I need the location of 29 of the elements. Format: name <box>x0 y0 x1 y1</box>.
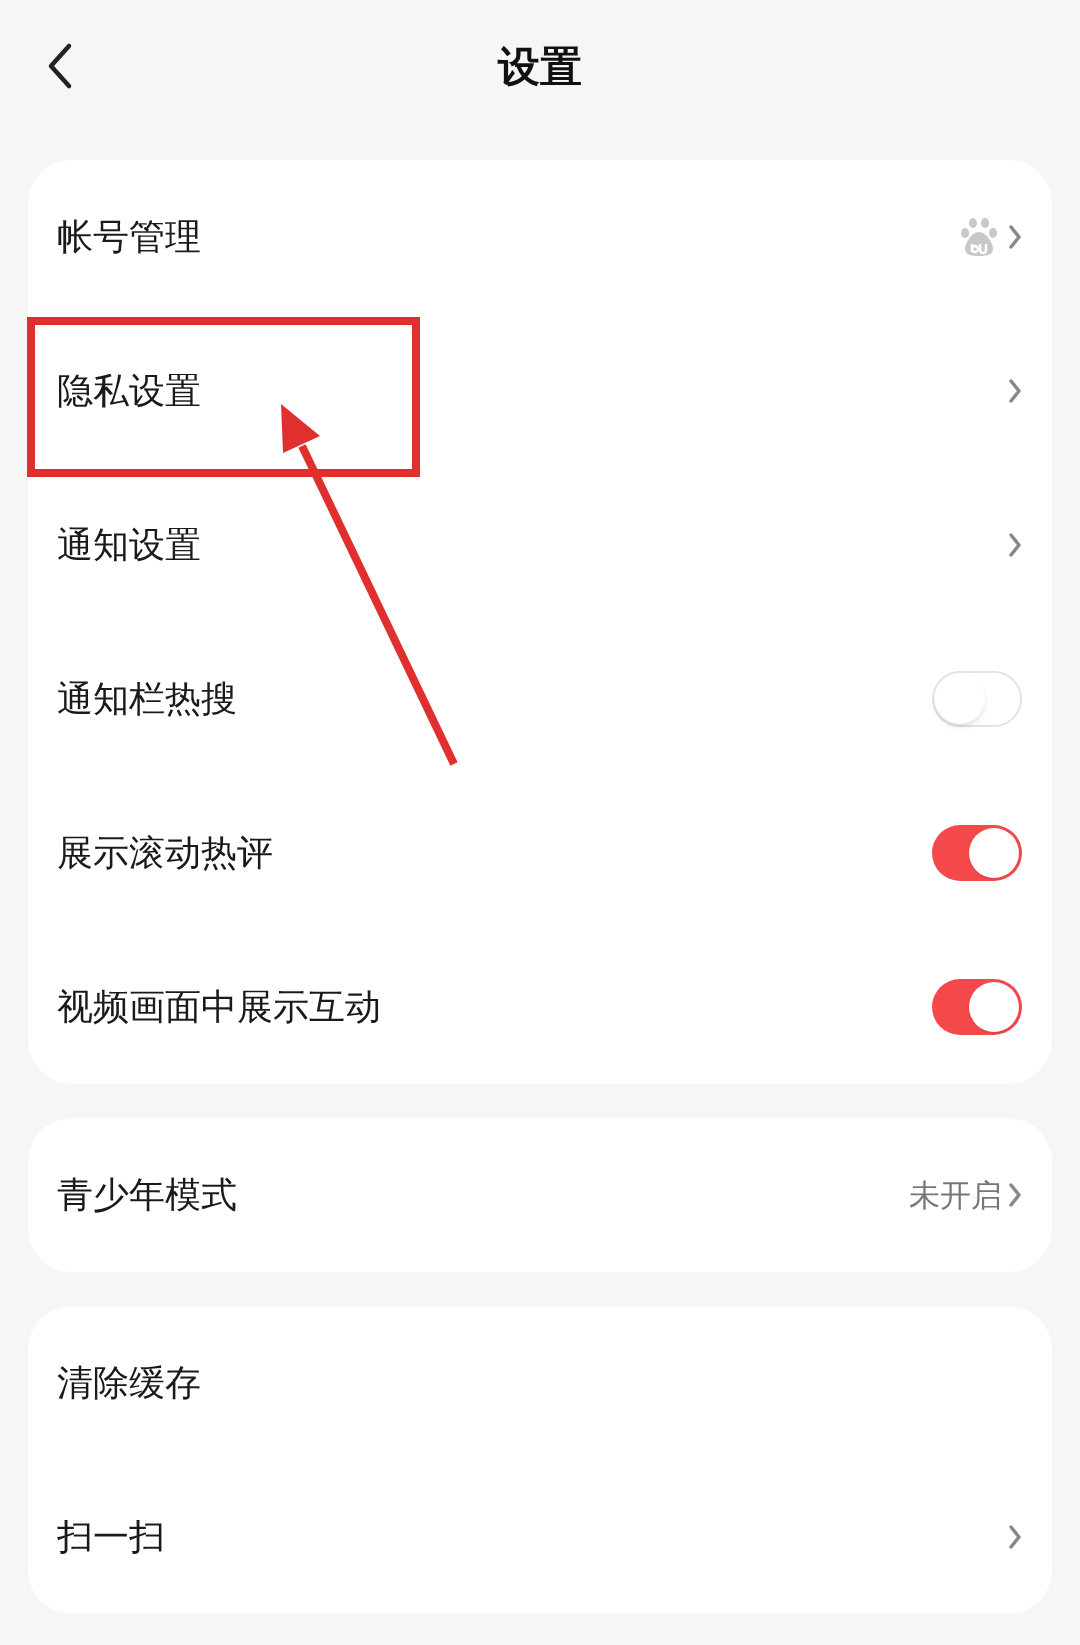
settings-row[interactable]: 展示滚动热评 <box>28 776 1052 930</box>
toggle-switch[interactable] <box>932 979 1022 1035</box>
page-title: 设置 <box>498 40 582 93</box>
settings-row[interactable]: 清除缓存 <box>28 1306 1052 1460</box>
chevron-right-icon <box>1008 532 1022 558</box>
chevron-right-icon <box>1008 224 1022 250</box>
setting-label: 青少年模式 <box>57 1173 237 1217</box>
paw-icon <box>960 217 998 257</box>
setting-label: 清除缓存 <box>57 1361 201 1405</box>
settings-row[interactable]: 隐私设置 <box>28 314 1052 468</box>
settings-row[interactable]: 通知栏热搜 <box>28 622 1052 776</box>
setting-label: 隐私设置 <box>57 369 201 413</box>
chevron-right-icon <box>1008 1524 1022 1550</box>
setting-label: 扫一扫 <box>57 1515 165 1559</box>
setting-value: 未开启 <box>909 1175 1002 1215</box>
chevron-right-icon <box>1008 1182 1022 1208</box>
toggle-switch[interactable] <box>932 671 1022 727</box>
setting-label: 视频画面中展示互动 <box>57 985 381 1029</box>
setting-label: 通知栏热搜 <box>57 677 237 721</box>
settings-row[interactable]: 青少年模式 未开启 <box>28 1118 1052 1272</box>
setting-label: 帐号管理 <box>57 215 201 259</box>
settings-row[interactable]: 通知设置 <box>28 468 1052 622</box>
settings-row[interactable]: 扫一扫 <box>28 1460 1052 1614</box>
setting-label: 通知设置 <box>57 523 201 567</box>
setting-label: 展示滚动热评 <box>57 831 273 875</box>
chevron-right-icon <box>1008 378 1022 404</box>
settings-row[interactable]: 帐号管理 <box>28 160 1052 314</box>
toggle-switch[interactable] <box>932 825 1022 881</box>
settings-row[interactable]: 视频画面中展示互动 <box>28 930 1052 1084</box>
